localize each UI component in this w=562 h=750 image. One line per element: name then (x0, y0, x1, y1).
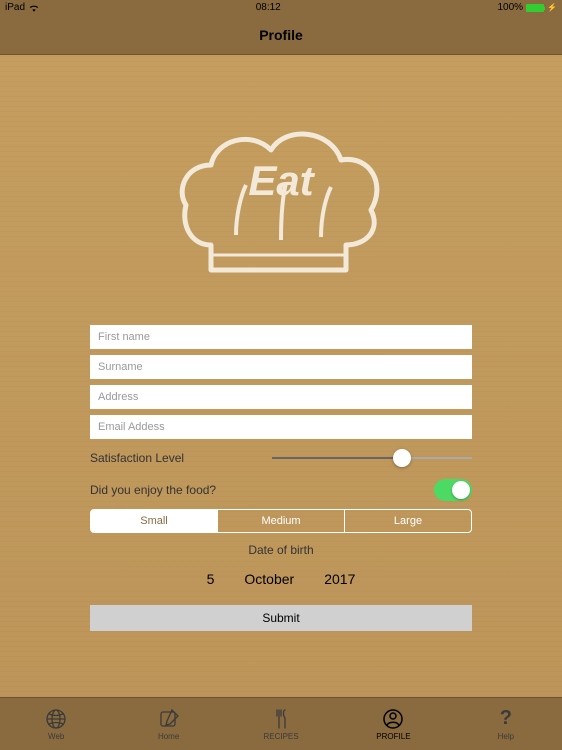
dob-label: Date of birth (90, 543, 472, 557)
segment-large[interactable]: Large (345, 510, 471, 532)
segment-small[interactable]: Small (91, 510, 218, 532)
help-icon: ? (495, 708, 517, 730)
surname-field[interactable] (90, 355, 472, 379)
wifi-icon (29, 4, 39, 12)
tab-help[interactable]: ? Help (450, 698, 562, 750)
status-bar: iPad 08:12 100% ⚡ (0, 0, 562, 15)
tab-recipes-label: RECIPES (263, 732, 298, 741)
satisfaction-row: Satisfaction Level (90, 445, 472, 471)
dob-day[interactable]: 5 (207, 571, 215, 587)
satisfaction-slider[interactable] (272, 448, 472, 468)
logo-area: Eat (0, 55, 562, 325)
chef-hat-logo: Eat (171, 115, 391, 295)
tab-profile-label: PROFILE (376, 732, 410, 741)
battery-icon (526, 4, 544, 12)
satisfaction-label: Satisfaction Level (90, 451, 184, 465)
submit-button[interactable]: Submit (90, 605, 472, 631)
enjoy-row: Did you enjoy the food? (90, 477, 472, 503)
tab-web-label: Web (48, 732, 64, 741)
tab-recipes[interactable]: RECIPES (225, 698, 337, 750)
svg-text:Eat: Eat (248, 157, 315, 204)
tab-home[interactable]: Home (112, 698, 224, 750)
date-picker[interactable]: 5 October 2017 (90, 563, 472, 595)
size-segmented-control[interactable]: Small Medium Large (90, 509, 472, 533)
address-field[interactable] (90, 385, 472, 409)
device-label: iPad (5, 2, 25, 13)
tab-web[interactable]: Web (0, 698, 112, 750)
profile-form: Satisfaction Level Did you enjoy the foo… (0, 325, 562, 631)
tab-home-label: Home (158, 732, 179, 741)
page-title: Profile (259, 27, 303, 43)
dob-year[interactable]: 2017 (324, 571, 355, 587)
enjoy-toggle[interactable] (434, 479, 472, 501)
enjoy-label: Did you enjoy the food? (90, 483, 216, 497)
time-label: 08:12 (256, 2, 281, 13)
profile-icon (382, 708, 404, 730)
tab-profile[interactable]: PROFILE (337, 698, 449, 750)
globe-icon (45, 708, 67, 730)
content-area: Eat Satisfaction Level Did you enjoy the… (0, 55, 562, 697)
dob-month[interactable]: October (244, 571, 294, 587)
nav-bar: Profile (0, 15, 562, 55)
tab-help-label: Help (498, 732, 514, 741)
charging-icon: ⚡ (547, 3, 557, 12)
tab-bar: Web Home RECIPES PROFILE ? Help (0, 697, 562, 750)
utensils-icon (270, 708, 292, 730)
battery-percent: 100% (497, 2, 523, 13)
segment-medium[interactable]: Medium (218, 510, 345, 532)
email-field[interactable] (90, 415, 472, 439)
first-name-field[interactable] (90, 325, 472, 349)
compose-icon (158, 708, 180, 730)
